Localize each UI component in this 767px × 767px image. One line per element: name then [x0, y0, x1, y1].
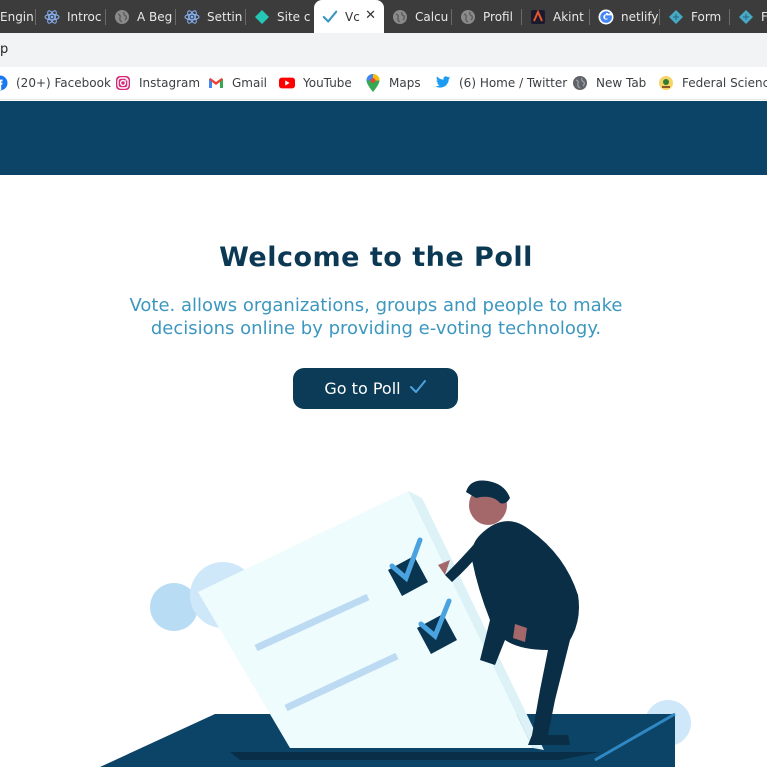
tab-title: Calcu [415, 9, 449, 24]
youtube-icon [279, 75, 295, 91]
tab-title: netlify [621, 9, 659, 24]
bookmark-twitter[interactable]: (6) Home / Twitter [435, 75, 567, 91]
bookmark-instagram[interactable]: Instagram [115, 75, 200, 91]
tab-form-2[interactable]: Fo [730, 0, 767, 33]
tab-title: Vc [345, 9, 360, 24]
bookmark-label: Maps [389, 76, 421, 90]
bookmarks-bar: (20+) Facebook Instagram Gmail YouTube M… [0, 67, 767, 100]
tab-settings[interactable]: Settin [176, 0, 246, 33]
button-label: Go to Poll [324, 379, 401, 398]
voting-illustration [100, 480, 691, 767]
site-header [0, 101, 767, 175]
gmail-icon [208, 75, 224, 91]
bookmark-label: Gmail [232, 76, 268, 90]
bookmark-new-tab[interactable]: New Tab [572, 75, 646, 91]
tab-title: Settin [207, 9, 243, 24]
hero-description: Vote. allows organizations, groups and p… [129, 295, 623, 339]
tab-title: Profil [483, 9, 513, 24]
checkmark-icon [322, 9, 338, 25]
bookmark-maps[interactable]: Maps [365, 74, 421, 92]
tab-strip: Engin Introc A Beg Settin Site c Vc ✕ Ca… [0, 0, 767, 33]
bookmark-label: Instagram [139, 76, 201, 90]
go-to-poll-button[interactable]: Go to Poll [293, 368, 458, 409]
checkmark-icon [409, 379, 427, 398]
tab-beginner[interactable]: A Beg [106, 0, 176, 33]
tab-title: Fo [761, 9, 767, 24]
tab-title: Akint [553, 9, 584, 24]
address-bar[interactable]: p [0, 33, 767, 67]
close-icon[interactable]: ✕ [365, 8, 376, 23]
google-icon [598, 9, 614, 25]
globe-icon [392, 9, 408, 25]
federal-science-icon [658, 75, 674, 91]
tab-intro[interactable]: Introc [36, 0, 106, 33]
twitter-icon [435, 75, 451, 91]
tab-title: Form [691, 9, 722, 24]
bookmark-facebook[interactable]: (20+) Facebook [0, 75, 111, 91]
tab-netlify-search[interactable]: netlify [590, 0, 660, 33]
netlify-icon [668, 9, 684, 25]
globe-icon [114, 9, 130, 25]
tab-title: Engin [0, 9, 34, 24]
bookmark-label: (6) Home / Twitter [459, 76, 568, 90]
tab-engine[interactable]: Engin [0, 0, 36, 33]
bookmark-label: New Tab [596, 76, 647, 90]
tab-vote-active[interactable]: Vc ✕ [314, 0, 384, 33]
bookmark-label: (20+) Facebook [16, 76, 111, 90]
bookmark-federal-science[interactable]: Federal Science [658, 75, 767, 91]
netlify-icon [254, 9, 270, 25]
page-title: Welcome to the Poll [219, 242, 533, 273]
tab-title: Site c [277, 9, 311, 24]
bookmark-label: Federal Science [682, 76, 767, 90]
bookmark-label: YouTube [303, 76, 352, 90]
globe-icon [460, 9, 476, 25]
instagram-icon [115, 75, 131, 91]
tab-calculator[interactable]: Calcu [384, 0, 452, 33]
bookmark-gmail[interactable]: Gmail [208, 75, 267, 91]
tab-site[interactable]: Site c [246, 0, 316, 33]
facebook-icon [0, 75, 8, 91]
tab-akint[interactable]: Akint [522, 0, 590, 33]
maps-icon [365, 74, 381, 92]
browser-window: Engin Introc A Beg Settin Site c Vc ✕ Ca… [0, 0, 767, 767]
netlify-icon [738, 9, 754, 25]
tab-profile[interactable]: Profil [452, 0, 522, 33]
tab-form[interactable]: Form [660, 0, 730, 33]
tab-title: A Beg [137, 9, 173, 24]
bookmark-youtube[interactable]: YouTube [279, 75, 352, 91]
akint-icon [530, 9, 546, 25]
react-icon [44, 9, 60, 25]
url-text[interactable]: p [0, 42, 8, 57]
globe-icon [572, 75, 588, 91]
react-icon [184, 9, 200, 25]
tab-title: Introc [67, 9, 102, 24]
